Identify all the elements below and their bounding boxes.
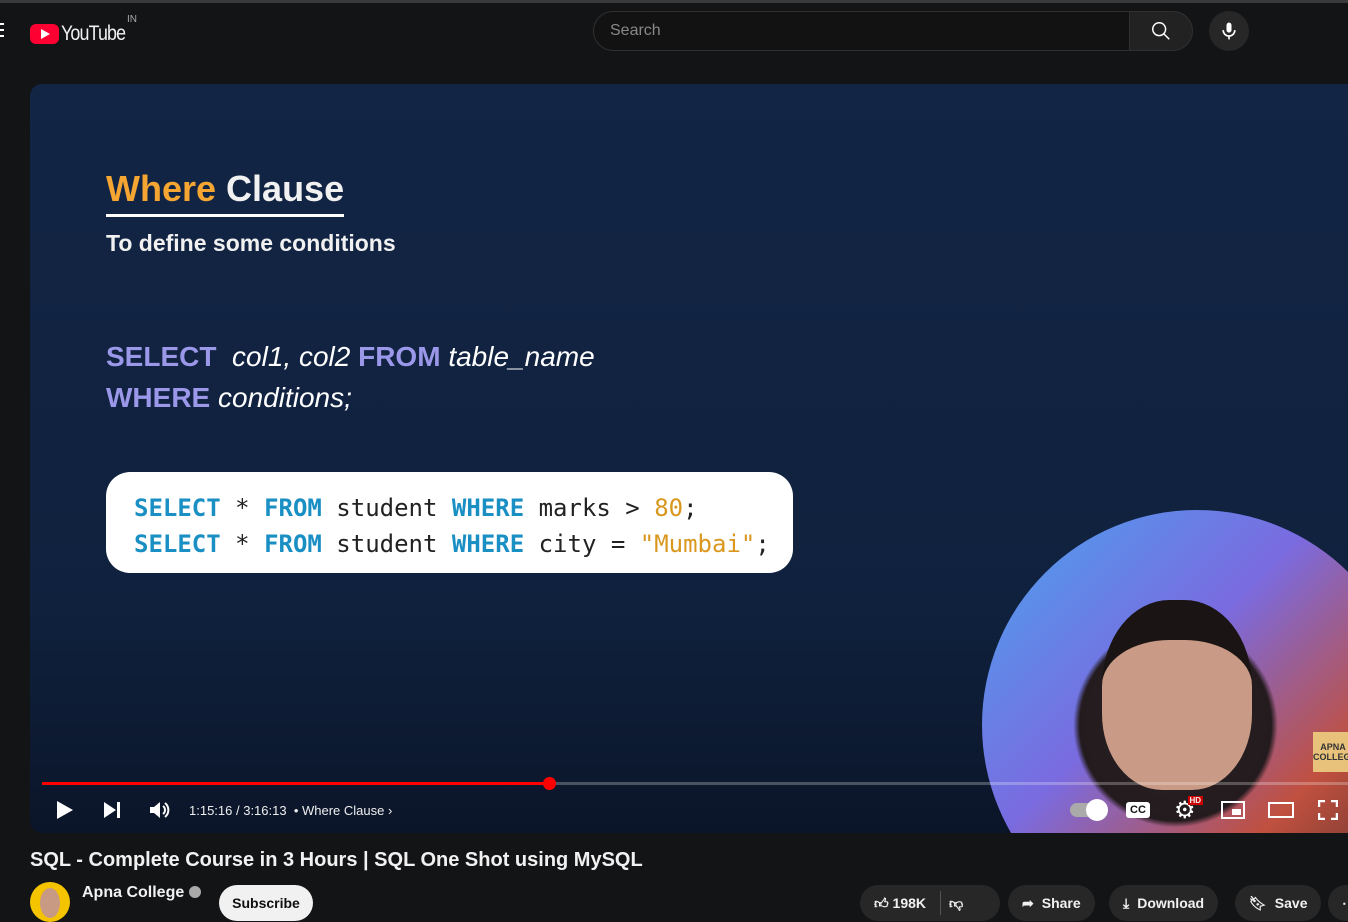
subscribe-button[interactable]: Subscribe [219,885,313,921]
fullscreen-icon [1318,800,1338,820]
like-button[interactable]: 👍︎ 198K [874,885,926,921]
time-display: 1:15:16 / 3:16:13 • Where Clause › [189,802,393,818]
fullscreen-button[interactable] [1318,796,1338,824]
dislike-button[interactable]: 👎︎ [949,885,963,921]
theater-mode-button[interactable] [1268,796,1294,824]
captions-button[interactable]: CC [1126,796,1150,824]
slide-subtitle: To define some conditions [106,230,396,256]
save-button[interactable]: 🔖︎ Save [1235,885,1322,921]
slide-title: Where Clause [106,168,345,217]
download-icon: ⤓ [1123,895,1130,911]
bookmark-icon: 🔖︎ [1249,895,1267,911]
autoplay-toggle[interactable] [1070,796,1108,824]
more-icon: ⋯ [1342,885,1348,921]
theater-icon [1268,802,1294,818]
miniplayer-icon [1221,801,1245,819]
menu-icon[interactable] [0,23,4,37]
search-input[interactable]: Search [593,11,1130,51]
video-title: SQL - Complete Course in 3 Hours | SQL O… [30,849,643,871]
logo-text: YouTube [61,22,126,45]
thumbs-down-icon: 👎︎ [949,895,964,911]
top-border [0,0,1348,3]
progress-fill [42,782,549,785]
volume-icon [150,802,170,818]
code-line: SELECT * FROM student WHERE city = "Mumb… [134,530,770,558]
mute-button[interactable] [149,796,171,824]
download-button[interactable]: ⤓ Download [1109,885,1219,921]
progress-bar[interactable] [42,777,1348,790]
country-code: IN [127,14,137,25]
play-icon [57,801,73,819]
share-button[interactable]: ➦ Share [1008,885,1095,921]
scrubber-handle[interactable] [542,777,556,790]
search-button[interactable] [1129,11,1193,51]
search-icon [1152,22,1170,40]
next-button[interactable] [103,796,121,824]
channel-watermark: APNA COLLEGE [1313,732,1348,772]
share-icon: ➦ [1022,895,1034,911]
channel-name[interactable]: Apna College [82,884,202,902]
skip-next-icon [104,802,120,818]
miniplayer-button[interactable] [1221,796,1245,824]
youtube-play-icon [30,24,59,44]
settings-button[interactable]: ⚙ HD [1174,795,1211,824]
voice-search-button[interactable] [1209,11,1249,51]
hd-badge: HD [1187,795,1204,805]
cc-icon: CC [1126,802,1150,818]
like-dislike-group: 👍︎ 198K 👎︎ [860,885,1000,921]
youtube-logo[interactable]: YouTube IN [30,14,137,46]
video-player[interactable]: Where Clause To define some conditions S… [30,84,1348,833]
chapter-title[interactable]: Where Clause [302,803,384,818]
syntax-block: SELECT col1, col2 FROM table_name WHERE … [106,341,595,413]
verified-icon [189,886,202,898]
code-example: SELECT * FROM student WHERE marks > 80; S… [106,472,793,573]
microphone-icon [1222,22,1236,40]
play-button[interactable] [56,796,74,824]
code-line: SELECT * FROM student WHERE marks > 80; [134,494,698,522]
channel-avatar[interactable] [30,882,70,922]
chevron-right-icon: › [387,802,393,818]
more-actions-button[interactable]: ⋯ [1328,885,1348,921]
thumbs-up-icon: 👍︎ [874,895,889,911]
